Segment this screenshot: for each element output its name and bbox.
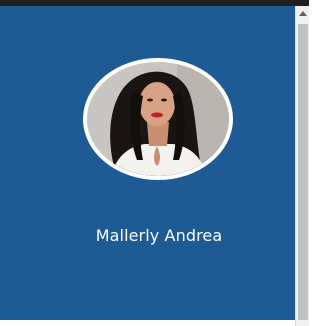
window-bottom-strip xyxy=(0,320,309,326)
profile-window: Mallerly Andrea xyxy=(0,0,309,326)
vertical-scrollbar[interactable] xyxy=(295,6,309,326)
scroll-up-button[interactable] xyxy=(296,6,310,20)
profile-name: Mallerly Andrea xyxy=(95,226,223,245)
chevron-up-icon xyxy=(299,11,307,16)
avatar-photo xyxy=(87,62,229,176)
avatar[interactable] xyxy=(87,62,229,176)
scroll-thumb[interactable] xyxy=(298,24,308,320)
